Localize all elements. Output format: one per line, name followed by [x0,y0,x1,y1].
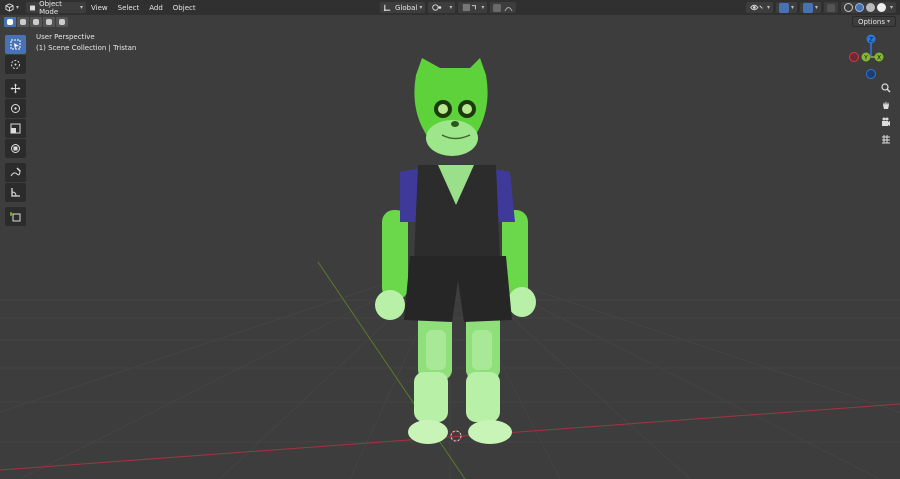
navigation-gizmo[interactable]: Z Y X [846,32,896,82]
character-model[interactable] [375,58,536,444]
overlays-icon [802,2,813,13]
add-cube-tool[interactable] [5,207,26,226]
scale-icon [10,123,21,134]
proportional-edit-toggle[interactable] [490,2,517,13]
snap-toggle[interactable]: ▾ [458,2,488,13]
camera-view-button[interactable] [878,114,894,130]
grid-icon [882,135,890,144]
perspective-label: User Perspective [36,33,95,41]
wireframe-shading-icon[interactable] [843,3,853,12]
viewport-header: ▾ Object Mode ▾ View Select Add Object G… [0,0,900,16]
add-cube-icon [10,212,21,222]
transform-icon [11,144,20,153]
chevron-down-icon: ▾ [481,4,485,11]
rendered-shading-icon[interactable] [876,3,886,12]
measure-icon [11,188,20,197]
gizmo-neg-z-axis[interactable] [866,69,876,79]
select-extend-icon [20,19,26,25]
transform-tools: Global ▾ ▾ ▾ [380,2,517,13]
orientation-dropdown[interactable]: Global ▾ [380,2,426,13]
chevron-down-icon: ▾ [419,4,423,11]
gizmo-neg-x-axis[interactable] [849,52,859,62]
measure-tool[interactable] [5,183,26,202]
chevron-down-icon: ▾ [790,4,794,11]
gizmo-z-label: Z [869,37,873,44]
rotate-icon [11,104,20,113]
select-box-tool[interactable] [5,35,26,54]
magnet-icon [463,3,477,12]
options-label: Options [857,17,885,26]
chevron-down-icon: ▾ [766,4,770,11]
3d-viewport[interactable]: User Perspective (1) Scene Collection | … [0,15,900,479]
gizmo-x-label: X [877,55,881,62]
menu-select[interactable]: Select [113,2,145,13]
mode-dropdown[interactable]: Object Mode ▾ [26,0,86,16]
gizmo-y-label: Y [863,55,868,62]
select-new-icon [7,19,13,25]
hand-icon [883,101,889,109]
proportional-edit-icon [493,3,502,12]
chevron-down-icon: ▾ [814,4,818,11]
pivot-dropdown[interactable]: ▾ [428,2,456,13]
menu-view[interactable]: View [86,2,113,13]
orientation-icon [383,4,391,12]
camera-icon [882,117,890,126]
annotate-tool[interactable] [5,163,26,182]
annotate-icon [10,167,21,177]
cursor-icon [11,60,20,69]
select-invert-button[interactable] [43,17,55,27]
zoom-button[interactable] [878,80,894,96]
zoom-icon [881,83,891,93]
material-shading-icon[interactable] [865,3,875,12]
select-box-icon [10,39,21,50]
falloff-icon [504,7,513,12]
tool-shelf [5,35,26,227]
chevron-down-icon: ▾ [449,4,453,11]
pan-button[interactable] [878,97,894,113]
select-new-button[interactable] [4,17,16,27]
viewport-scene [0,58,900,479]
eye-icon [750,4,763,11]
move-icon [10,83,21,94]
transform-tool[interactable] [5,139,26,158]
select-extend-button[interactable] [17,17,29,27]
collection-label: (1) Scene Collection | Tristan [36,44,137,52]
select-invert-icon [46,19,52,25]
gizmo-icon [778,2,789,13]
select-subtract-icon [33,19,39,25]
options-dropdown[interactable]: Options ▾ [851,16,896,27]
shading-modes[interactable]: ▾ [840,2,896,13]
menu-add[interactable]: Add [144,2,168,13]
chevron-down-icon: ▾ [889,4,893,11]
visibility-dropdown[interactable]: ▾ [745,2,773,13]
scale-tool[interactable] [5,119,26,138]
chevron-down-icon: ▾ [79,4,83,11]
select-intersect-icon [59,19,65,25]
solid-shading-icon[interactable] [854,3,864,12]
rotate-tool[interactable] [5,99,26,118]
ortho-toggle-button[interactable] [878,131,894,147]
editor-type-button[interactable]: ▾ [2,2,24,13]
cursor-tool[interactable] [5,55,26,74]
gizmo-toggle[interactable]: ▾ [775,2,797,13]
header-right-tools: ▾ ▾ ▾ ▾ [745,2,896,13]
overlays-toggle[interactable]: ▾ [799,2,821,13]
select-subtract-button[interactable] [30,17,42,27]
move-tool[interactable] [5,79,26,98]
selection-mode-group [4,17,68,27]
menu-object[interactable]: Object [168,2,201,13]
cube-icon [5,3,14,12]
xray-toggle[interactable] [823,2,838,13]
pivot-icon [432,4,442,11]
chevron-down-icon: ▾ [16,4,20,11]
object-mode-icon [30,5,36,10]
select-intersect-button[interactable] [56,17,68,27]
mode-label: Object Mode [39,0,62,16]
orientation-label: Global [395,3,418,12]
xray-icon [826,3,835,12]
chevron-down-icon: ▾ [886,18,890,25]
